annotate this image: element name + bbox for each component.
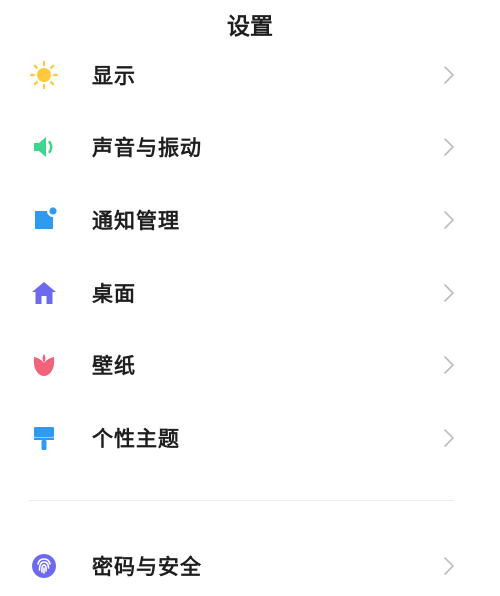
settings-item-wallpaper[interactable]: 壁纸: [0, 335, 500, 395]
chevron-right-icon: [444, 66, 454, 84]
settings-item-notifications[interactable]: 通知管理: [0, 190, 500, 250]
settings-item-label: 声音与振动: [92, 136, 202, 160]
speaker-icon: [29, 132, 59, 162]
chevron-right-icon: [444, 211, 454, 229]
settings-item-themes[interactable]: 个性主题: [0, 408, 500, 468]
chevron-right-icon: [444, 356, 454, 374]
settings-item-label: 通知管理: [92, 209, 180, 233]
section-divider: [28, 500, 454, 501]
settings-item-home-screen[interactable]: 桌面: [0, 263, 500, 323]
settings-item-label: 个性主题: [92, 427, 180, 451]
settings-item-sound[interactable]: 声音与振动: [0, 117, 500, 177]
settings-item-label: 密码与安全: [92, 555, 202, 579]
chevron-right-icon: [444, 429, 454, 447]
chevron-right-icon: [444, 138, 454, 156]
notification-icon: [29, 205, 59, 235]
settings-list: 显示 声音与振动 通知管理 桌面 壁纸 个性主题 密码与安全: [0, 0, 500, 596]
settings-item-label: 显示: [92, 64, 136, 88]
chevron-right-icon: [444, 284, 454, 302]
tulip-icon: [29, 350, 59, 380]
settings-item-label: 壁纸: [92, 354, 136, 378]
home-icon: [29, 278, 59, 308]
settings-item-label: 桌面: [92, 282, 136, 306]
fingerprint-icon: [29, 551, 59, 581]
settings-item-display[interactable]: 显示: [0, 45, 500, 105]
settings-item-password-security[interactable]: 密码与安全: [0, 536, 500, 596]
sun-icon: [29, 60, 59, 90]
chevron-right-icon: [444, 557, 454, 575]
paint-brush-icon: [29, 423, 59, 453]
